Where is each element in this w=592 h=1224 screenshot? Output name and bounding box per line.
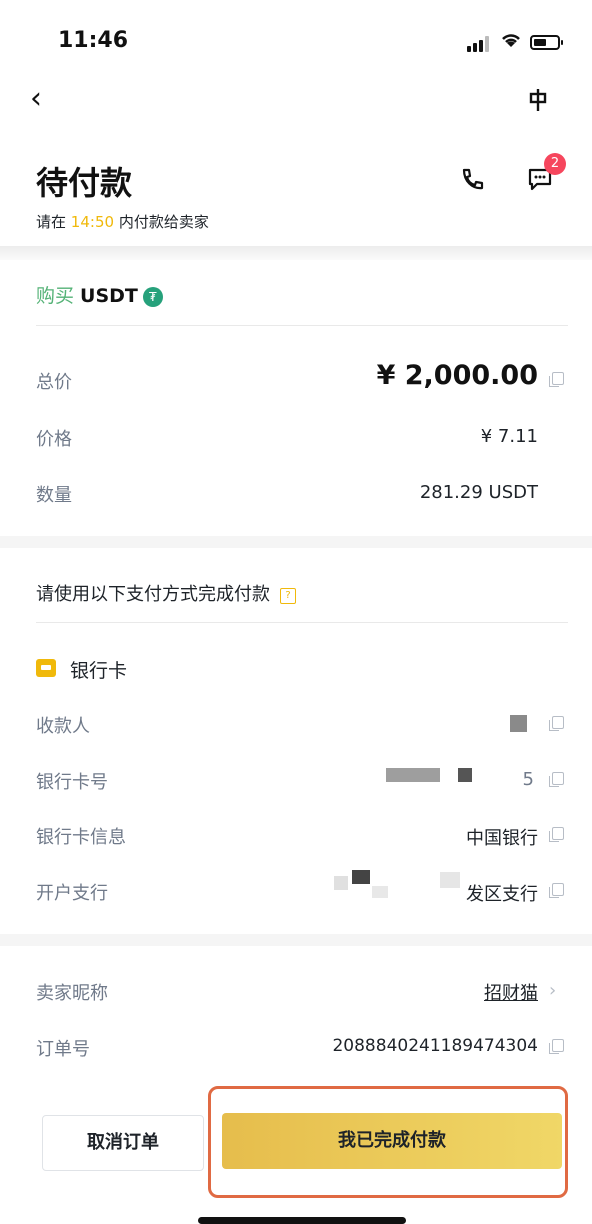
divider — [36, 325, 568, 326]
card-number-label: 银行卡号 — [36, 772, 108, 793]
copy-icon[interactable] — [549, 372, 564, 387]
redacted-card-number — [458, 768, 472, 782]
branch-label: 开户支行 — [36, 883, 108, 904]
battery-icon — [530, 35, 563, 50]
seller-nickname-label: 卖家昵称 — [36, 983, 108, 1004]
bank-card-icon — [36, 659, 56, 677]
copy-icon[interactable] — [549, 827, 564, 842]
countdown-timer: 14:50 — [70, 213, 115, 231]
tether-icon: ₮ — [142, 287, 163, 307]
section-divider — [0, 934, 592, 946]
countdown-text: 请在 14:50 内付款给卖家 — [36, 211, 209, 232]
cancel-order-button[interactable]: 取消订单 — [42, 1115, 204, 1171]
redacted-payee — [510, 715, 527, 732]
help-icon[interactable]: ? — [280, 588, 296, 604]
back-icon[interactable]: ‹ — [30, 84, 42, 114]
price-value: ¥ 7.11 — [480, 426, 538, 447]
buy-label: 购买 — [36, 285, 75, 307]
total-value: ¥ 2,000.00 — [376, 360, 538, 391]
redacted-branch — [334, 876, 348, 890]
bank-info-value: 中国银行 — [466, 828, 538, 849]
countdown-suffix: 内付款给卖家 — [118, 213, 209, 231]
card-number-value: 5 — [522, 769, 534, 790]
redacted-card-number — [386, 768, 440, 782]
signal-icon — [467, 36, 489, 52]
payee-label: 收款人 — [36, 716, 90, 737]
price-label: 价格 — [36, 429, 72, 450]
order-number-value: 20888402411894743​04 — [332, 1036, 538, 1056]
phone-icon[interactable] — [458, 165, 488, 195]
quantity-value: 281.29 USDT — [419, 482, 538, 503]
status-time: 11:46 — [58, 28, 129, 53]
home-indicator — [198, 1217, 406, 1224]
chevron-right-icon[interactable]: › — [549, 980, 556, 1001]
section-divider — [0, 246, 592, 260]
section-divider — [0, 536, 592, 548]
redacted-branch — [372, 886, 388, 898]
payment-method-label: 银行卡 — [70, 660, 128, 682]
countdown-prefix: 请在 — [36, 213, 67, 231]
highlight-annotation — [208, 1086, 568, 1198]
payment-instruction-text: 请使用以下支付方式完成付款 — [36, 584, 270, 605]
copy-icon[interactable] — [549, 1039, 564, 1054]
quantity-label: 数量 — [36, 485, 72, 506]
copy-icon[interactable] — [549, 716, 564, 731]
page-title: 待付款 — [36, 164, 133, 202]
divider — [36, 622, 568, 623]
redacted-branch — [352, 870, 370, 884]
payment-instruction: 请使用以下支付方式完成付款? — [36, 580, 296, 606]
wifi-icon — [500, 30, 522, 54]
status-bar: 11:46 — [0, 0, 592, 80]
copy-icon[interactable] — [549, 772, 564, 787]
bank-info-label: 银行卡信息 — [36, 827, 126, 848]
copy-icon[interactable] — [549, 883, 564, 898]
seller-nickname-link[interactable]: 招财猫 — [484, 979, 538, 1005]
coin-label: USDT — [80, 285, 138, 307]
order-type: 购买 USDT ₮ — [36, 281, 163, 308]
branch-value: 发区支行 — [466, 884, 538, 905]
chat-unread-badge: 2 — [544, 153, 566, 175]
redacted-branch — [440, 872, 460, 888]
total-label: 总价 — [36, 372, 72, 393]
order-number-label: 订单号 — [36, 1039, 90, 1060]
pin-icon[interactable] — [523, 85, 553, 115]
